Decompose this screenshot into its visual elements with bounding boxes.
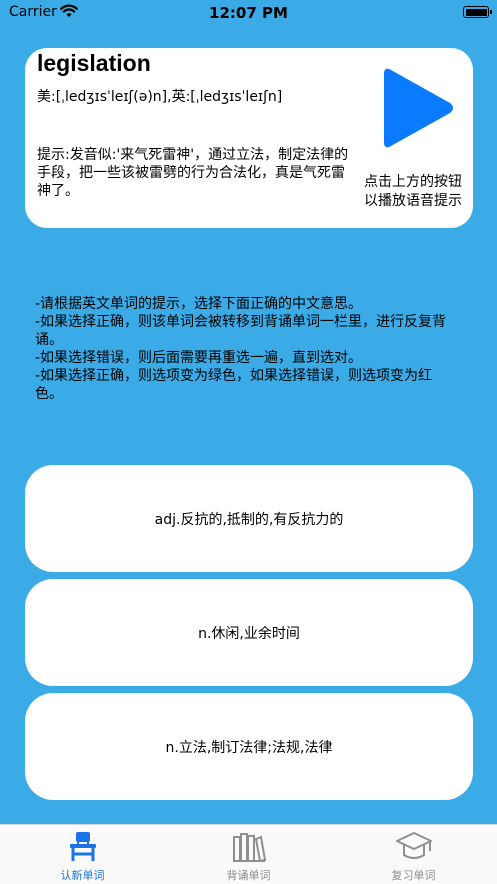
desk-icon <box>69 832 96 861</box>
option-label: n.休闲,业余时间 <box>198 625 300 642</box>
graduation-cap-icon <box>395 832 432 859</box>
status-time: 12:07 PM <box>209 4 288 22</box>
tab-label: 认新单词 <box>60 869 105 882</box>
books-icon <box>232 833 266 863</box>
tab-label: 背诵单词 <box>226 869 271 882</box>
tab-label: 复习单词 <box>391 869 436 882</box>
option-button-2[interactable]: n.休闲,业余时间 <box>25 579 473 686</box>
instruction-line: -如果选择正确，则该单词会被转移到背诵单词一栏里，进行反复背诵。 <box>35 314 447 348</box>
option-label: n.立法,制订法律;法规,法律 <box>165 739 333 756</box>
instruction-line: -请根据英文单词的提示，选择下面正确的中文意思。 <box>35 296 363 312</box>
battery-icon <box>463 6 492 18</box>
play-button[interactable] <box>380 66 455 150</box>
tab-review[interactable]: 复习单词 <box>331 825 496 884</box>
hint-text: 提示:发音似:'来气死雷神'，通过立法，制定法律的手段，把一些该被雷劈的行为合法… <box>37 147 349 199</box>
instructions: -请根据英文单词的提示，选择下面正确的中文意思。 -如果选择正确，则该单词会被转… <box>35 295 455 403</box>
option-label: adj.反抗的,抵制的,有反抗力的 <box>154 511 344 528</box>
option-button-1[interactable]: adj.反抗的,抵制的,有反抗力的 <box>25 465 473 572</box>
word-title: legislation <box>37 50 151 76</box>
tab-bar: 认新单词 背诵单词 复习单词 <box>0 824 497 884</box>
word-card: legislation 美:[ˌledʒɪsˈleɪʃ(ə)n],英:[ˌled… <box>25 48 473 228</box>
instruction-line: -如果选择正确，则选项变为绿色，如果选择错误，则选项变为红色。 <box>35 368 433 402</box>
instruction-line: -如果选择错误，则后面需要再重选一遍，直到选对。 <box>35 350 363 366</box>
status-bar: Carrier 12:07 PM <box>0 0 497 26</box>
tab-learn-new[interactable]: 认新单词 <box>0 825 165 884</box>
phonetic-text: 美:[ˌledʒɪsˈleɪʃ(ə)n],英:[ˌledʒɪsˈleɪʃn] <box>37 89 283 105</box>
play-caption: 点击上方的按钮以播放语音提示 <box>364 174 462 209</box>
option-button-3[interactable]: n.立法,制订法律;法规,法律 <box>25 693 473 800</box>
play-icon <box>384 68 453 148</box>
tab-recite[interactable]: 背诵单词 <box>166 825 331 884</box>
